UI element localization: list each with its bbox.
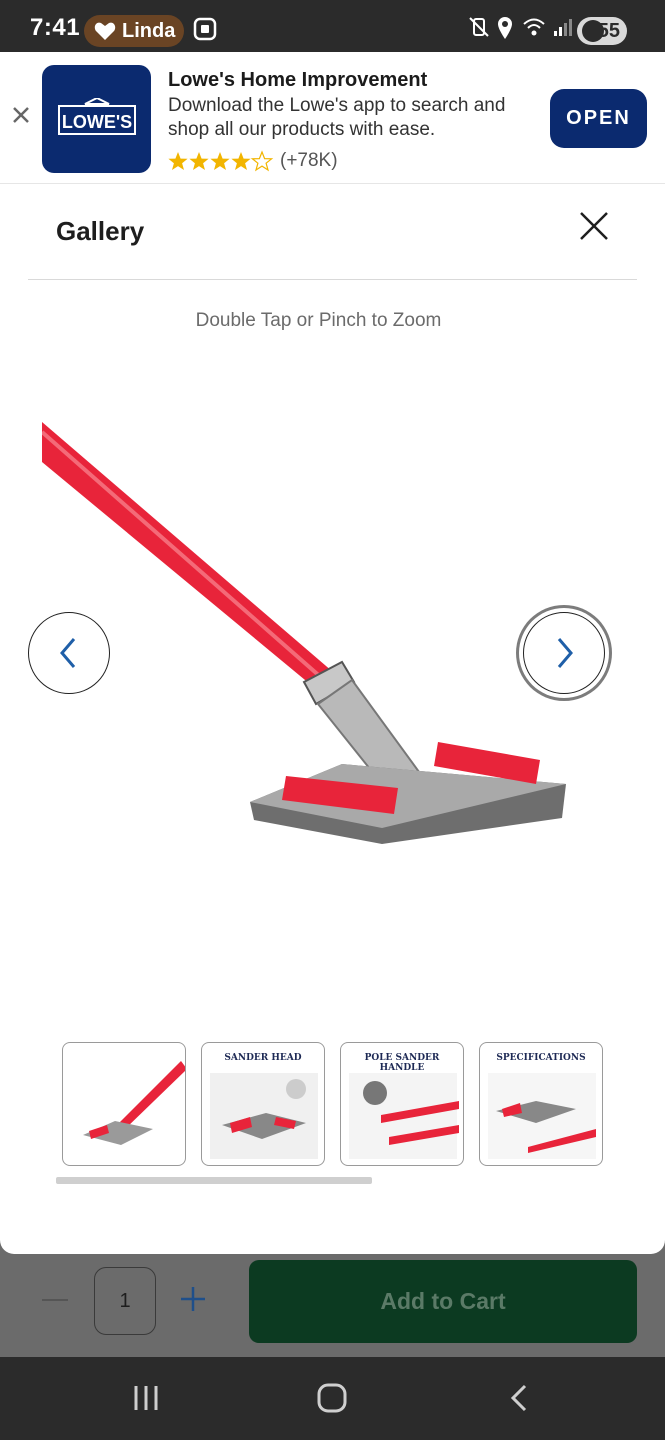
thumbnail-2[interactable]: SANDER HEAD: [201, 1042, 325, 1166]
thumbnail-scrollbar[interactable]: [56, 1177, 372, 1184]
gallery-title: Gallery: [56, 216, 145, 246]
gallery-divider: [28, 279, 637, 280]
signal-icon: [554, 19, 572, 36]
battery-saver-icon: [582, 20, 604, 42]
user-name: Linda: [122, 19, 176, 42]
thumbnail-1[interactable]: [62, 1042, 186, 1166]
wifi-icon: [523, 18, 545, 36]
product-image-pole-sander[interactable]: [42, 404, 602, 904]
lowes-logo-icon: LOWE'S: [57, 98, 136, 135]
mute-vibrate-icon: [469, 17, 489, 37]
thumbnail-label: SPECIFICATIONS: [496, 1053, 586, 1063]
banner-title: Lowe's Home Improvement: [168, 69, 428, 91]
chevron-left-icon: [60, 638, 76, 668]
user-pill: Linda: [84, 15, 184, 47]
app-rating: (+78K): [168, 150, 338, 172]
thumbnail-4[interactable]: SPECIFICATIONS: [479, 1042, 603, 1166]
battery-indicator: 55: [577, 17, 627, 45]
thumbnail-image-pole-sander: [83, 1061, 185, 1145]
home-icon[interactable]: [316, 1383, 348, 1413]
banner-description: Download the Lowe's app to search and sh…: [168, 95, 506, 140]
quantity-field[interactable]: 1: [94, 1267, 156, 1335]
thumbnail-strip: SANDER HEAD POLE SANDER HANDLE SPECIFICA…: [62, 1042, 603, 1166]
location-icon: [498, 17, 512, 39]
status-time: 7:41: [30, 14, 81, 41]
next-image-button[interactable]: [523, 612, 605, 694]
thumbnail-label: POLE SANDER HANDLE: [364, 1053, 440, 1073]
add-to-cart-button[interactable]: Add to Cart: [249, 1260, 637, 1343]
logo-text: LOWE'S: [61, 112, 131, 132]
chevron-right-icon: [557, 638, 573, 668]
open-app-button[interactable]: OPEN: [550, 89, 647, 148]
close-gallery-icon[interactable]: [577, 209, 611, 243]
heart-icon: [94, 22, 116, 40]
gallery-modal: Gallery Double Tap or Pinch to Zoom SAND…: [0, 184, 665, 1254]
rating-stars-icon: [168, 151, 273, 171]
thumbnail-label: SANDER HEAD: [224, 1053, 302, 1063]
close-banner-icon[interactable]: [10, 104, 32, 126]
increase-quantity-button[interactable]: [178, 1284, 208, 1314]
app-install-banner: LOWE'S Lowe's Home Improvement Download …: [0, 52, 665, 184]
android-nav-bar: [0, 1357, 665, 1440]
cart-bar: 1 Add to Cart: [0, 1254, 665, 1357]
thumbnail-3[interactable]: POLE SANDER HANDLE: [340, 1042, 464, 1166]
status-bar: 7:41 Linda 55: [0, 0, 665, 52]
rating-count: (+78K): [280, 150, 338, 171]
lowes-logo: LOWE'S: [42, 65, 151, 173]
back-icon[interactable]: [507, 1383, 531, 1413]
recents-icon[interactable]: [131, 1383, 161, 1413]
decrease-quantity-button[interactable]: [42, 1299, 68, 1301]
previous-image-button[interactable]: [28, 612, 110, 694]
screenshot-icon: [193, 17, 217, 41]
zoom-hint: Double Tap or Pinch to Zoom: [195, 310, 442, 331]
